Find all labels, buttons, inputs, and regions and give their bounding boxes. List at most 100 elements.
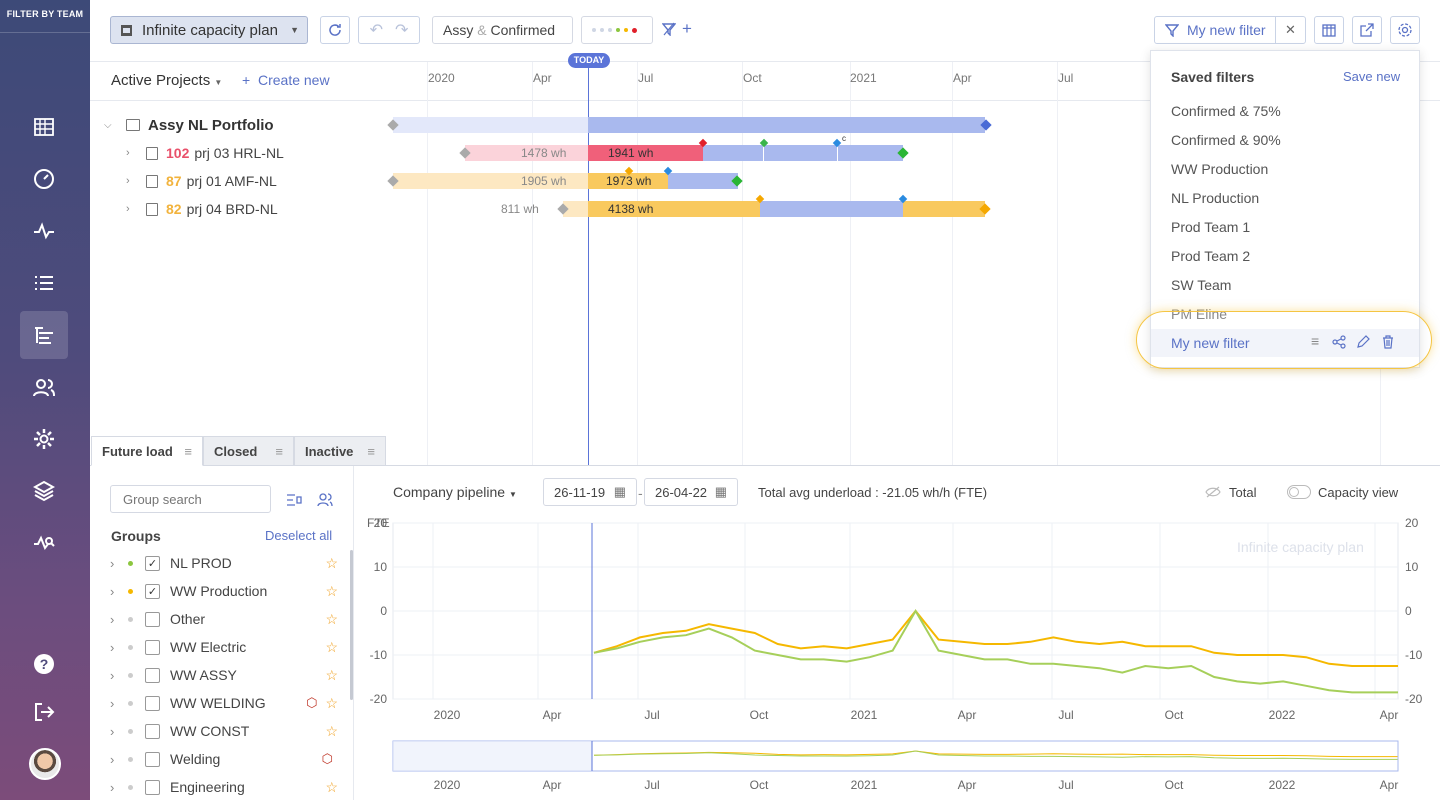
add-filter-button[interactable]: +: [682, 19, 692, 39]
portfolio-row[interactable]: ⌵ Assy NL Portfolio: [100, 111, 274, 139]
group-checkbox[interactable]: ✓: [145, 555, 160, 571]
project-row[interactable]: › 82 prj 04 BRD-NL: [100, 195, 278, 223]
project-row[interactable]: › 87 prj 01 AMF-NL: [100, 167, 277, 195]
tree-list-icon[interactable]: [20, 311, 68, 359]
calendar-icon[interactable]: ▦: [715, 484, 727, 500]
clear-filter-icon[interactable]: [661, 22, 677, 39]
chevron-right-icon[interactable]: ›: [110, 724, 128, 739]
group-item[interactable]: › Engineering ☆: [110, 773, 338, 800]
group-item[interactable]: › ✓ WW Production ☆: [110, 577, 338, 605]
project-row[interactable]: › 102 prj 03 HRL-NL: [100, 139, 284, 167]
avatar[interactable]: [29, 748, 61, 780]
chevron-right-icon[interactable]: ›: [110, 696, 128, 711]
gear-icon[interactable]: [20, 415, 68, 463]
settings-button[interactable]: [1390, 16, 1420, 44]
chevron-right-icon[interactable]: ›: [126, 175, 146, 187]
star-icon[interactable]: ☆: [325, 695, 338, 712]
save-new-link[interactable]: Save new: [1343, 69, 1400, 84]
users-icon[interactable]: [317, 492, 333, 508]
group-checkbox[interactable]: [145, 695, 160, 711]
cube-icon[interactable]: ⬡: [306, 695, 317, 711]
saved-filter-item[interactable]: Prod Team 1: [1171, 219, 1250, 235]
chevron-right-icon[interactable]: ›: [110, 640, 128, 655]
active-projects-selector[interactable]: Active Projects ▼: [111, 72, 222, 89]
group-search-input[interactable]: [110, 485, 271, 513]
chevron-right-icon[interactable]: ›: [110, 556, 128, 571]
chevron-right-icon[interactable]: ›: [110, 668, 128, 683]
chevron-right-icon[interactable]: ›: [126, 147, 146, 159]
users-icon[interactable]: [20, 363, 68, 411]
chevron-right-icon[interactable]: ›: [110, 612, 128, 627]
plan-selector[interactable]: Infinite capacity plan ▼: [110, 16, 308, 44]
export-button[interactable]: [1352, 16, 1382, 44]
group-item[interactable]: › WW Electric ☆: [110, 633, 338, 661]
grid-icon[interactable]: [20, 103, 68, 151]
group-item[interactable]: › WW WELDING ⬡ ☆: [110, 689, 338, 717]
star-icon[interactable]: ☆: [325, 555, 338, 572]
date-from-field[interactable]: 26-11-19 ▦: [543, 478, 637, 506]
cube-icon[interactable]: ⬡: [322, 751, 333, 767]
star-icon[interactable]: ☆: [325, 583, 338, 600]
chevron-right-icon[interactable]: ›: [110, 752, 128, 767]
redo-icon[interactable]: ↷: [395, 20, 408, 40]
saved-filter-item[interactable]: SW Team: [1171, 277, 1231, 293]
group-checkbox[interactable]: [145, 779, 160, 795]
team-filter-chip[interactable]: Assy & Confirmed: [432, 16, 573, 44]
total-label[interactable]: Total: [1229, 485, 1256, 500]
group-item[interactable]: › WW ASSY ☆: [110, 661, 338, 689]
tab-closed[interactable]: Closed ≡: [203, 436, 294, 466]
date-to-field[interactable]: 26-04-22 ▦: [644, 478, 738, 506]
star-icon[interactable]: ☆: [325, 639, 338, 656]
group-checkbox[interactable]: ✓: [145, 583, 160, 599]
status-filter-chip[interactable]: [581, 16, 653, 44]
group-item[interactable]: › Welding ⬡: [110, 745, 338, 773]
group-name: Other: [170, 611, 206, 627]
deselect-all-link[interactable]: Deselect all: [265, 528, 332, 543]
star-icon[interactable]: ☆: [325, 779, 338, 796]
saved-filter-item[interactable]: NL Production: [1171, 190, 1259, 206]
tab-inactive[interactable]: Inactive ≡: [294, 436, 386, 466]
tab-future-load[interactable]: Future load ≡: [91, 436, 203, 466]
star-icon[interactable]: ☆: [325, 723, 338, 740]
list-icon[interactable]: [20, 259, 68, 307]
capacity-view-toggle[interactable]: [1287, 485, 1311, 499]
saved-filter-item[interactable]: WW Production: [1171, 161, 1268, 177]
layers-icon[interactable]: [20, 467, 68, 515]
saved-filter-item[interactable]: Prod Team 2: [1171, 248, 1250, 264]
group-checkbox[interactable]: [145, 751, 160, 767]
group-checkbox[interactable]: [145, 639, 160, 655]
group-checkbox[interactable]: [145, 667, 160, 683]
pulse-icon[interactable]: [20, 207, 68, 255]
eye-off-icon[interactable]: [1205, 486, 1221, 498]
active-filter-button[interactable]: My new filter ✕: [1154, 16, 1306, 44]
star-icon[interactable]: ☆: [325, 611, 338, 628]
saved-filter-item[interactable]: Confirmed & 90%: [1171, 132, 1281, 148]
group-item[interactable]: › ✓ NL PROD ☆: [110, 549, 338, 577]
chip-text-1: Assy: [443, 22, 474, 38]
star-icon[interactable]: ☆: [325, 667, 338, 684]
undo-icon[interactable]: ↶: [370, 20, 383, 40]
create-new-link[interactable]: + Create new: [242, 72, 330, 88]
group-checkbox[interactable]: [145, 611, 160, 627]
x-tick-label: Jul: [644, 708, 659, 722]
close-icon[interactable]: ✕: [1275, 17, 1305, 43]
calendar-icon[interactable]: ▦: [614, 484, 626, 500]
help-icon[interactable]: ?: [20, 640, 68, 688]
chevron-right-icon[interactable]: ›: [126, 203, 146, 215]
dashboard-icon[interactable]: [20, 155, 68, 203]
analytics-icon[interactable]: [20, 519, 68, 567]
pipeline-selector[interactable]: Company pipeline ▼: [393, 484, 517, 500]
group-item[interactable]: › WW CONST ☆: [110, 717, 338, 745]
phase-separator: [837, 145, 838, 161]
saved-filter-item[interactable]: Confirmed & 75%: [1171, 103, 1281, 119]
group-item[interactable]: › Other ☆: [110, 605, 338, 633]
refresh-button[interactable]: [320, 16, 350, 44]
sort-groups-icon[interactable]: [286, 493, 302, 507]
chevron-right-icon[interactable]: ›: [110, 780, 128, 795]
chevron-right-icon[interactable]: ›: [110, 584, 128, 599]
columns-button[interactable]: [1314, 16, 1344, 44]
chevron-down-icon[interactable]: ⌵: [104, 120, 124, 131]
group-checkbox[interactable]: [145, 723, 160, 739]
future-workhours: 1941 wh: [608, 146, 654, 160]
logout-icon[interactable]: [20, 688, 68, 736]
